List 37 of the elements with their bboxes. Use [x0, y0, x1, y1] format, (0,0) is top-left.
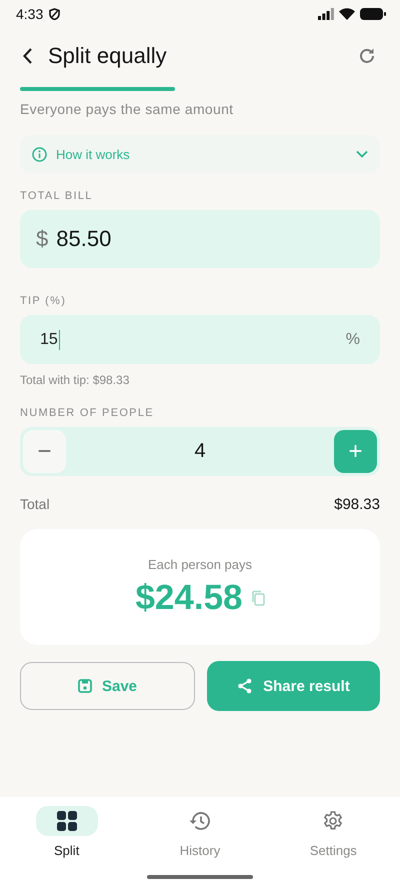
share-icon	[237, 678, 254, 694]
how-it-works-toggle[interactable]: How it works	[20, 135, 380, 173]
nav-tab[interactable]: History	[133, 806, 267, 858]
result-label: Each person pays	[148, 556, 252, 572]
field-label: TIP (%)	[20, 295, 68, 307]
total-label: Total	[20, 496, 50, 513]
total-amount: $98.33	[334, 496, 380, 513]
signal-icon	[318, 8, 334, 20]
status-time: 4:33	[16, 6, 44, 22]
field-label: TOTAL BILL	[20, 190, 94, 202]
field-label: NUMBER OF PEOPLE	[20, 407, 155, 419]
bill-field[interactable]: $ 85.50	[20, 210, 380, 268]
page-subtitle: Everyone pays the same amount	[20, 101, 234, 117]
shield-icon	[49, 8, 60, 20]
back-icon	[22, 47, 34, 65]
people-count: 4	[193, 440, 207, 463]
info-icon	[32, 146, 47, 162]
helper-text: Total with tip: $98.33	[20, 373, 130, 387]
refresh-icon	[358, 47, 376, 65]
per-person-amount: $24.58	[135, 578, 243, 618]
save-button[interactable]: Save	[20, 662, 195, 710]
battery-icon	[360, 8, 386, 20]
tip-field[interactable]: 15 %	[20, 315, 380, 364]
copy-icon	[250, 590, 265, 606]
wifi-icon	[339, 8, 355, 20]
nav-tab[interactable]: Settings	[266, 806, 400, 858]
decrement-button[interactable]: −	[23, 430, 66, 473]
page-title: Split equally	[48, 43, 168, 69]
settings-icon	[323, 811, 344, 831]
back-button[interactable]	[22, 47, 34, 65]
chevron-icon	[356, 150, 368, 158]
refresh-button[interactable]	[358, 47, 376, 65]
share-button[interactable]: Share result	[207, 661, 380, 711]
grid-icon	[56, 811, 77, 831]
increment-button[interactable]: +	[334, 430, 377, 473]
nav-tab[interactable]: Split	[0, 806, 134, 858]
history-icon	[188, 811, 211, 831]
